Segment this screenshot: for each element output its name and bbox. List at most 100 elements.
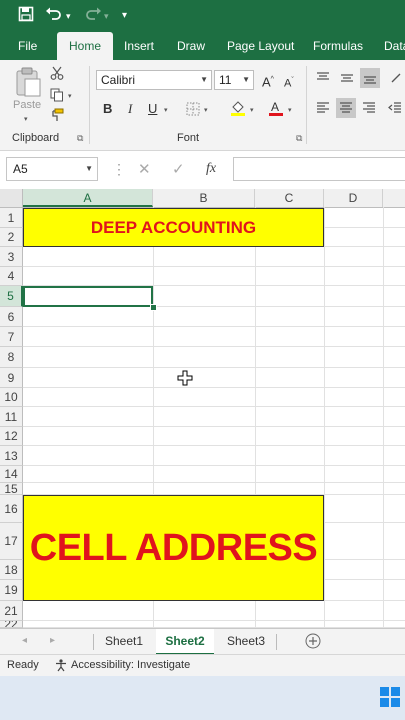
row-header-1[interactable]: 1 <box>0 208 23 228</box>
align-left-icon[interactable] <box>316 102 330 118</box>
undo-dropdown-icon[interactable]: ▾ <box>66 6 71 26</box>
row-header-22[interactable]: 22 <box>0 621 23 628</box>
status-ready: Ready <box>7 659 39 671</box>
row-header-2[interactable]: 2 <box>0 228 23 247</box>
underline-button[interactable]: U <box>148 101 157 117</box>
customize-icon[interactable]: ▾ <box>122 6 127 26</box>
row-header-9[interactable]: 9 <box>0 368 23 388</box>
merged-cell-heading[interactable]: CELL ADDRESS <box>23 495 324 601</box>
orientation-icon[interactable] <box>390 72 402 88</box>
selected-cell[interactable] <box>23 286 153 307</box>
scroll-left-icon[interactable]: ◂ <box>22 635 27 646</box>
italic-button[interactable]: I <box>128 101 132 117</box>
row-header-16[interactable]: 16 <box>0 495 23 523</box>
bold-button[interactable]: B <box>103 101 112 117</box>
name-box[interactable]: A5 ▼ <box>6 157 98 181</box>
column-headers: A B C D <box>0 189 405 208</box>
decrease-font-size-icon[interactable]: Aˇ <box>284 73 294 92</box>
row-header-7[interactable]: 7 <box>0 327 23 347</box>
row-header-17[interactable]: 17 <box>0 523 23 560</box>
select-all-button[interactable] <box>0 189 23 207</box>
name-box-value: A5 <box>13 162 28 176</box>
increase-font-size-icon[interactable]: A^ <box>262 72 274 90</box>
align-top-icon[interactable] <box>316 72 330 88</box>
font-size-select[interactable]: 11 ▼ <box>214 70 254 90</box>
tab-home[interactable]: Home <box>57 32 114 60</box>
align-right-icon[interactable] <box>362 102 376 118</box>
sheet-tab-bar: ◂ ▸ Sheet1 Sheet2 Sheet3 <box>0 628 405 655</box>
font-launcher-icon[interactable]: ⧉ <box>296 133 302 144</box>
fill-color-dropdown-icon[interactable]: ▾ <box>250 106 254 114</box>
copy-icon[interactable] <box>50 88 64 106</box>
tab-data[interactable]: Data <box>384 32 405 60</box>
copy-dropdown-icon[interactable]: ▾ <box>68 92 72 100</box>
tab-formulas[interactable]: Formulas <box>313 32 363 60</box>
font-color-dropdown-icon[interactable]: ▾ <box>288 106 292 114</box>
row-header-6[interactable]: 6 <box>0 307 23 327</box>
align-center-icon[interactable] <box>336 98 356 118</box>
borders-icon[interactable] <box>186 102 200 120</box>
format-painter-icon[interactable] <box>50 108 64 126</box>
windows-logo-icon[interactable] <box>380 687 400 710</box>
row-header-5[interactable]: 5 <box>0 286 23 307</box>
chevron-down-icon[interactable]: ▼ <box>85 158 93 180</box>
row-header-19[interactable]: 19 <box>0 580 23 601</box>
row-header-21[interactable]: 21 <box>0 601 23 621</box>
tab-page-layout[interactable]: Page Layout <box>227 32 294 60</box>
insert-function-button[interactable]: fx <box>206 161 216 177</box>
row-header-8[interactable]: 8 <box>0 347 23 368</box>
paste-icon[interactable] <box>14 66 42 102</box>
align-bottom-icon[interactable] <box>360 68 380 88</box>
row-header-10[interactable]: 10 <box>0 388 23 407</box>
redo-dropdown-icon[interactable]: ▾ <box>104 6 109 26</box>
gridline <box>23 465 405 466</box>
accessibility-status[interactable]: Accessibility: Investigate <box>71 659 190 671</box>
sheet-tab-sheet1[interactable]: Sheet1 <box>96 629 152 655</box>
add-sheet-icon[interactable] <box>305 633 321 652</box>
redo-icon[interactable] <box>84 6 102 28</box>
align-middle-icon[interactable] <box>340 72 354 88</box>
row-header-12[interactable]: 12 <box>0 427 23 446</box>
save-icon[interactable] <box>18 6 34 28</box>
sheet-tab-sheet3[interactable]: Sheet3 <box>218 629 274 655</box>
row-header-18[interactable]: 18 <box>0 560 23 580</box>
gridline <box>324 207 325 628</box>
clipboard-launcher-icon[interactable]: ⧉ <box>77 133 83 144</box>
column-header-a[interactable]: A <box>23 189 153 207</box>
paste-label[interactable]: Paste <box>13 99 41 111</box>
decrease-indent-icon[interactable] <box>388 102 402 118</box>
undo-icon[interactable] <box>45 6 63 28</box>
font-color-icon[interactable]: A <box>268 100 284 120</box>
row-header-4[interactable]: 4 <box>0 267 23 286</box>
enter-icon[interactable]: ✓ <box>172 160 185 178</box>
cancel-icon[interactable]: ✕ <box>138 160 151 178</box>
row-header-11[interactable]: 11 <box>0 407 23 427</box>
tab-file[interactable]: File <box>18 32 37 60</box>
gridline <box>23 387 405 388</box>
borders-dropdown-icon[interactable]: ▾ <box>204 106 208 114</box>
tab-draw[interactable]: Draw <box>177 32 205 60</box>
row-header-15[interactable]: 15 <box>0 483 23 495</box>
accessibility-icon[interactable] <box>54 658 68 675</box>
font-name-select[interactable]: Calibri ▼ <box>96 70 212 90</box>
row-header-14[interactable]: 14 <box>0 466 23 483</box>
svg-text:A: A <box>271 100 279 114</box>
gridline <box>23 346 405 347</box>
formula-input[interactable] <box>233 157 405 181</box>
fill-handle[interactable] <box>150 304 157 311</box>
column-header-b[interactable]: B <box>153 189 255 207</box>
fill-color-icon[interactable] <box>230 100 246 120</box>
cut-icon[interactable] <box>50 66 64 84</box>
column-header-c[interactable]: C <box>255 189 324 207</box>
merged-cell-title[interactable]: DEEP ACCOUNTING <box>23 208 324 247</box>
more-icon: ⋮ <box>112 161 126 177</box>
sheet-tab-sheet2[interactable]: Sheet2 <box>156 629 214 655</box>
column-header-d[interactable]: D <box>324 189 383 207</box>
underline-dropdown-icon[interactable]: ▾ <box>164 106 168 114</box>
row-header-3[interactable]: 3 <box>0 247 23 267</box>
ribbon-tabs: File Home Insert Draw Page Layout Formul… <box>0 32 405 60</box>
scroll-right-icon[interactable]: ▸ <box>50 635 55 646</box>
row-header-13[interactable]: 13 <box>0 446 23 466</box>
tab-insert[interactable]: Insert <box>124 32 154 60</box>
paste-dropdown-icon[interactable]: ▾ <box>24 115 28 123</box>
